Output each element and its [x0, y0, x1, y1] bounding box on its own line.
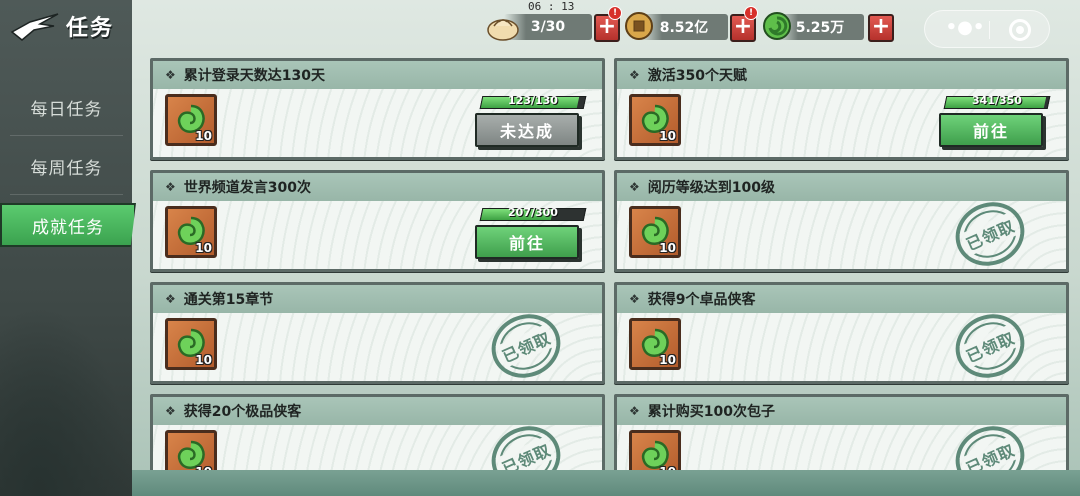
task-card: ❖ 激活350个天赋 10 341/350 前往	[614, 58, 1069, 160]
task-title: 累计购买100次包子	[647, 404, 775, 420]
reward-item[interactable]: 10	[629, 318, 681, 370]
page-title: 任务	[66, 15, 115, 41]
reward-item[interactable]: 10	[165, 206, 217, 258]
reward-quantity: 10	[659, 353, 676, 367]
task-header: ❖ 累计登录天数达130天	[153, 61, 602, 89]
task-body: 10 已领取	[617, 303, 1066, 389]
reward-quantity: 10	[659, 241, 676, 255]
go-button[interactable]: 前往	[939, 113, 1043, 147]
task-header: ❖ 通关第15章节	[153, 285, 602, 313]
task-status-button[interactable]: 未达成	[475, 113, 579, 147]
add-jade-button[interactable]: +	[868, 14, 894, 42]
task-title: 获得20个极品侠客	[183, 404, 302, 420]
app-logo: 任务	[10, 8, 130, 44]
sidebar: 任务 每日任务 每周任务 成就任务	[0, 0, 136, 496]
reward-item[interactable]: 10	[165, 318, 217, 370]
reward-quantity: 10	[195, 241, 212, 255]
task-title: 通关第15章节	[183, 292, 274, 308]
bun-icon	[487, 19, 519, 41]
task-title: 获得9个卓品侠客	[647, 292, 756, 308]
diamond-icon: ❖	[165, 404, 176, 418]
task-progress-text: 341/350	[972, 94, 1022, 107]
diamond-icon: ❖	[629, 68, 640, 82]
task-header: ❖ 累计购买100次包子	[617, 397, 1066, 425]
task-header: ❖ 阅历等级达到100级	[617, 173, 1066, 201]
task-header: ❖ 激活350个天赋	[617, 61, 1066, 89]
sidebar-item-daily[interactable]: 每日任务	[10, 80, 123, 136]
swallow-icon	[10, 13, 59, 41]
sidebar-item-weekly[interactable]: 每周任务	[10, 139, 123, 195]
reward-item[interactable]: 10	[165, 94, 217, 146]
claimed-stamp: 已领取	[945, 191, 1035, 277]
reward-quantity: 10	[195, 129, 212, 143]
reward-item[interactable]: 10	[629, 94, 681, 146]
countdown-timer: 06 : 13	[528, 0, 575, 13]
capsule-divider	[989, 21, 990, 39]
task-body: 10 已领取	[153, 303, 602, 389]
task-progress-text: 207/300	[508, 206, 558, 219]
task-grid: ❖ 累计登录天数达130天 10 123/130 未达成 ❖ 激活350个天赋 …	[150, 58, 1078, 488]
diamond-icon: ❖	[629, 404, 640, 418]
claimed-stamp: 已领取	[945, 303, 1035, 389]
reward-item[interactable]: 10	[629, 206, 681, 258]
task-card: ❖ 累计登录天数达130天 10 123/130 未达成	[150, 58, 605, 160]
task-body: 10 207/300 前往	[153, 201, 602, 269]
stamina-alert-badge: !	[608, 6, 622, 20]
task-header: ❖ 获得9个卓品侠客	[617, 285, 1066, 313]
background-hill	[132, 470, 1080, 496]
task-body: 10 已领取	[617, 191, 1066, 277]
task-header: ❖ 世界频道发言300次	[153, 173, 602, 201]
close-program-button[interactable]	[1009, 19, 1031, 41]
task-card: ❖ 阅历等级达到100级 10 已领取	[614, 170, 1069, 277]
diamond-icon: ❖	[629, 292, 640, 306]
jade-value: 5.25万	[795, 20, 845, 36]
task-header: ❖ 获得20个极品侠客	[153, 397, 602, 425]
task-card: ❖ 获得9个卓品侠客 10 已领取	[614, 282, 1069, 389]
jade-icon	[763, 12, 791, 40]
copper-coin-icon	[625, 12, 653, 40]
diamond-icon: ❖	[165, 292, 176, 306]
more-menu-button[interactable]: •●•	[945, 19, 985, 39]
mini-program-capsule: •●•	[924, 10, 1050, 48]
task-body: 10 123/130 未达成	[153, 89, 602, 157]
coins-alert-badge: !	[744, 6, 758, 20]
diamond-icon: ❖	[165, 180, 176, 194]
go-button[interactable]: 前往	[475, 225, 579, 259]
task-title: 激活350个天赋	[647, 68, 747, 84]
stamina-value: 3/30	[530, 19, 566, 35]
coin-value: 8.52亿	[659, 20, 709, 36]
task-title: 累计登录天数达130天	[183, 68, 325, 84]
diamond-icon: ❖	[165, 68, 176, 82]
claimed-label: 已领取	[959, 211, 1021, 257]
task-card: ❖ 世界频道发言300次 10 207/300 前往	[150, 170, 605, 272]
claimed-label: 已领取	[959, 323, 1021, 369]
sidebar-item-achievement[interactable]: 成就任务	[0, 203, 136, 247]
diamond-icon: ❖	[629, 180, 640, 194]
task-card: ❖ 通关第15章节 10 已领取	[150, 282, 605, 389]
task-body: 10 341/350 前往	[617, 89, 1066, 157]
reward-quantity: 10	[195, 353, 212, 367]
claimed-stamp: 已领取	[481, 303, 571, 389]
task-progress-text: 123/130	[508, 94, 558, 107]
claimed-label: 已领取	[495, 323, 557, 369]
task-title: 阅历等级达到100级	[647, 180, 775, 196]
reward-quantity: 10	[659, 129, 676, 143]
task-title: 世界频道发言300次	[183, 180, 311, 196]
